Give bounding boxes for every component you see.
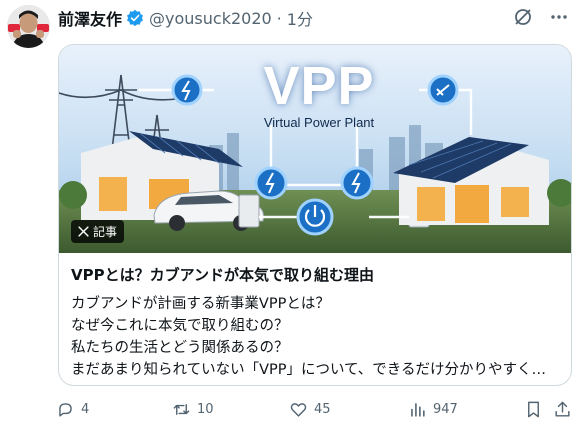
post-time[interactable]: 1分 <box>287 6 313 30</box>
article-body: VPPとは？カブアンドが本気で取り組む理由 カブアンドが計画する新事業VPPとは… <box>59 253 571 381</box>
article-image: VPP Virtual Power Plant 記事 <box>59 45 571 253</box>
description-line: 私たちの生活とどう関係あるの？ <box>71 340 289 356</box>
repost-icon <box>173 403 190 415</box>
bookmark-icon <box>528 401 539 417</box>
views-icon <box>411 402 425 417</box>
article-title: VPPとは？カブアンドが本気で取り組む理由 <box>71 266 374 284</box>
article-badge: 記事 <box>71 220 125 243</box>
reply-count: 4 <box>81 401 90 417</box>
description-line: まだあまり知られていない「VPP」について、できるだけ分かりやすく… <box>71 362 547 378</box>
description-line: カブアンドが計画する新事業VPPとは？ <box>71 296 330 312</box>
post-header: 前澤友作 @yousuck2020 · 1分 <box>58 4 313 32</box>
description-line: なぜ今これに本気で取り組むの？ <box>71 318 289 334</box>
article-card[interactable]: VPP Virtual Power Plant 記事 VPPとは？カブアンドが本… <box>58 44 572 386</box>
reply-icon <box>59 402 72 417</box>
avatar-image <box>7 5 50 48</box>
x-logo-icon <box>78 226 89 237</box>
action-bar: 4 10 45 947 <box>56 398 576 420</box>
views-count: 947 <box>433 401 458 417</box>
bookmark-button[interactable] <box>524 398 543 420</box>
share-icon <box>555 401 570 417</box>
separator: · <box>276 8 282 28</box>
like-icon <box>290 402 307 417</box>
views-button[interactable]: 947 <box>408 398 458 420</box>
grok-icon[interactable] <box>512 6 534 28</box>
article-description: カブアンドが計画する新事業VPPとは？ なぜ今これに本気で取り組むの？ 私たちの… <box>71 293 559 381</box>
reply-button[interactable]: 4 <box>56 398 89 420</box>
like-button[interactable]: 45 <box>289 398 331 420</box>
author-name[interactable]: 前澤友作 <box>58 6 122 30</box>
repost-count: 10 <box>197 401 214 417</box>
author-handle[interactable]: @yousuck2020 <box>149 9 272 28</box>
image-subtitle: Virtual Power Plant <box>263 115 375 130</box>
article-badge-label: 記事 <box>93 225 118 239</box>
verified-badge-icon <box>126 9 144 27</box>
repost-button[interactable]: 10 <box>172 398 214 420</box>
like-count: 45 <box>314 401 331 417</box>
avatar[interactable] <box>7 5 50 48</box>
share-button[interactable] <box>553 398 572 420</box>
image-headline: VPP <box>263 56 375 116</box>
more-icon[interactable] <box>548 6 570 28</box>
header-actions <box>512 6 570 28</box>
